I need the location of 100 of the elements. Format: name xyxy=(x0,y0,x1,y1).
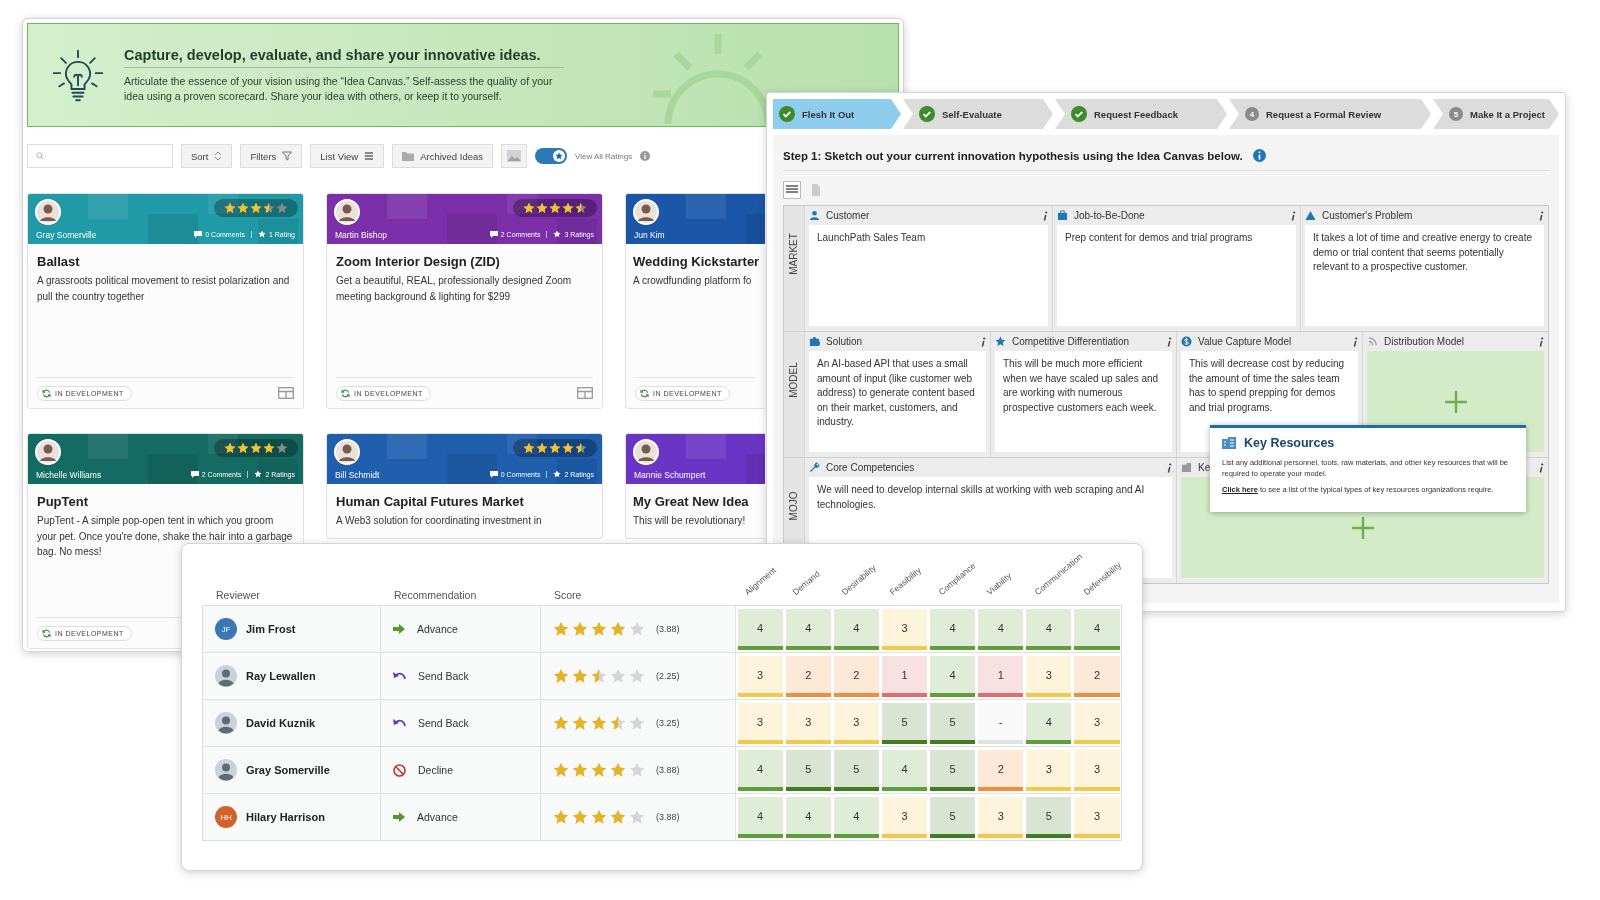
score-cell: 3 xyxy=(737,656,783,693)
avatar: JF xyxy=(215,618,237,640)
score-cell: 5 xyxy=(930,750,976,787)
row-label: MOJO xyxy=(788,491,800,521)
score-cell: 2 xyxy=(978,750,1024,787)
score-cell: 3 xyxy=(785,703,831,740)
average-score: (3.88) xyxy=(656,765,680,775)
score-cell: 1 xyxy=(978,656,1024,693)
average-score: (3.25) xyxy=(656,718,680,728)
tooltip-title: Key Resources xyxy=(1244,436,1335,450)
section-title: Distribution Model xyxy=(1384,336,1465,347)
idea-title: PupTent xyxy=(37,494,90,509)
idea-description: This will be revolutionary! xyxy=(633,514,747,528)
section-title: Ke xyxy=(1198,462,1211,473)
author-name: Gray Somerville xyxy=(36,230,97,240)
section-title: Customer's Problem xyxy=(1322,210,1413,221)
score-cell: 2 xyxy=(833,656,879,693)
score-cell: 5 xyxy=(930,797,976,834)
score-cell: 3 xyxy=(881,609,927,646)
reviewer-name: Gray Somerville xyxy=(246,764,330,776)
score-cell: 2 xyxy=(1074,656,1120,693)
section-title: Job-to-Be-Done xyxy=(1074,210,1145,221)
score-cell: 3 xyxy=(978,797,1024,834)
average-score: (3.88) xyxy=(656,812,680,822)
idea-description: A crowdfunding platform fo xyxy=(633,274,753,288)
step-number: 4 xyxy=(1245,107,1259,121)
score-cell: 4 xyxy=(978,609,1024,646)
section-title: Competitive Differentiation xyxy=(1012,336,1130,347)
author-name: Bill Schmidt xyxy=(335,470,380,480)
banner-title: Capture, develop, evaluate, and share your innovative ideas. xyxy=(124,46,564,68)
score-cell: 2 xyxy=(785,656,831,693)
section-title: Value Capture Model xyxy=(1198,336,1292,347)
score-cell: 4 xyxy=(833,797,879,834)
recommendation: Send Back xyxy=(418,670,469,682)
recommendation: Decline xyxy=(418,764,454,776)
score-cell: 3 xyxy=(1026,750,1072,787)
score-cell: 4 xyxy=(881,750,927,787)
reviewer-name: Ray Lewallen xyxy=(246,670,316,682)
idea-title: My Great New Idea xyxy=(633,494,750,509)
score-cell: 3 xyxy=(1074,750,1120,787)
idea-description: A Web3 solution for coordinating investment in xyxy=(336,514,543,528)
score-cell: 4 xyxy=(737,750,783,787)
score-cell: 3 xyxy=(833,703,879,740)
step-label: Self-Evaluate xyxy=(942,108,1002,120)
row-label: MODEL xyxy=(788,362,800,398)
section-title: Core Competencies xyxy=(826,462,915,473)
idea-title: Ballast xyxy=(37,254,81,269)
idea-title: Zoom Interior Design (ZID) xyxy=(336,254,501,269)
author-name: Jun Kim xyxy=(634,230,665,240)
recommendation: Send Back xyxy=(418,717,469,729)
step-instruction: Step 1: Sketch out your current innovation hypothesis using the Idea Canvas below. xyxy=(783,149,1243,162)
average-score: (3.88) xyxy=(656,624,680,634)
reviewer-name: Hilary Harrison xyxy=(246,811,325,823)
score-cell: 1 xyxy=(881,656,927,693)
score-cell: 4 xyxy=(930,609,976,646)
score-cell: 4 xyxy=(737,609,783,646)
score-cell: 4 xyxy=(737,797,783,834)
score-cell: - xyxy=(978,703,1024,740)
step-label: Flesh It Out xyxy=(802,108,855,120)
section-title: Solution xyxy=(826,336,863,347)
score-cell: 4 xyxy=(930,656,976,693)
score-cell: 3 xyxy=(1026,656,1072,693)
recommendation: Advance xyxy=(417,811,458,823)
score-cell: 5 xyxy=(833,750,879,787)
score-cell: 5 xyxy=(1026,797,1072,834)
score-cell: 3 xyxy=(737,703,783,740)
idea-title: Human Capital Futures Market xyxy=(336,494,525,509)
score-cell: 4 xyxy=(1026,609,1072,646)
reviewer-name: Jim Frost xyxy=(246,623,296,635)
toggle-label: View All Ratings xyxy=(575,151,633,161)
score-cell: 3 xyxy=(1074,703,1120,740)
reviewer-name: David Kuznik xyxy=(246,717,316,729)
score-cell: 5 xyxy=(930,703,976,740)
section-title: Customer xyxy=(826,210,870,221)
step-number: 5 xyxy=(1449,107,1463,121)
score-cell: 5 xyxy=(785,750,831,787)
score-cell: 3 xyxy=(881,797,927,834)
author-name: Martin Bishop xyxy=(335,230,387,240)
author-name: Michelle Williams xyxy=(36,470,102,480)
row-label: MARKET xyxy=(788,233,800,275)
column-header: Recommendation xyxy=(394,589,477,601)
score-cell: 4 xyxy=(785,609,831,646)
idea-description: PupTent - A simple pop-open tent in which you groom your pet. Once you're done, shake the hair into a garbage bag. No mess! xyxy=(37,514,294,559)
idea-description: Get a beautiful, REAL, professionally designed Zoom meeting background & lighting for $299 xyxy=(336,274,573,304)
idea-description: A grassroots political movement to resist polarization and pull the country together xyxy=(37,274,291,304)
step-label: Request Feedback xyxy=(1094,108,1178,120)
score-cell: 5 xyxy=(881,703,927,740)
score-cell: 4 xyxy=(1074,609,1120,646)
recommendation: Advance xyxy=(417,623,458,635)
average-score: (2.25) xyxy=(656,671,680,681)
column-header: Reviewer xyxy=(216,589,260,601)
score-cell: 4 xyxy=(785,797,831,834)
banner-description: Articulate the essence of your vision using the “Idea Canvas.” Self-assess the quality of your idea using a proven scorecard. Share your idea with others, or keep it to yourself. xyxy=(124,73,554,104)
score-cell: 4 xyxy=(833,609,879,646)
step-label: Request a Formal Review xyxy=(1266,108,1382,120)
idea-title: Wedding Kickstarter xyxy=(633,254,761,269)
author-name: Mannie Schumpert xyxy=(634,470,706,480)
score-cell: 3 xyxy=(1074,797,1120,834)
score-cell: 4 xyxy=(1026,703,1072,740)
column-header: Score xyxy=(554,589,582,601)
